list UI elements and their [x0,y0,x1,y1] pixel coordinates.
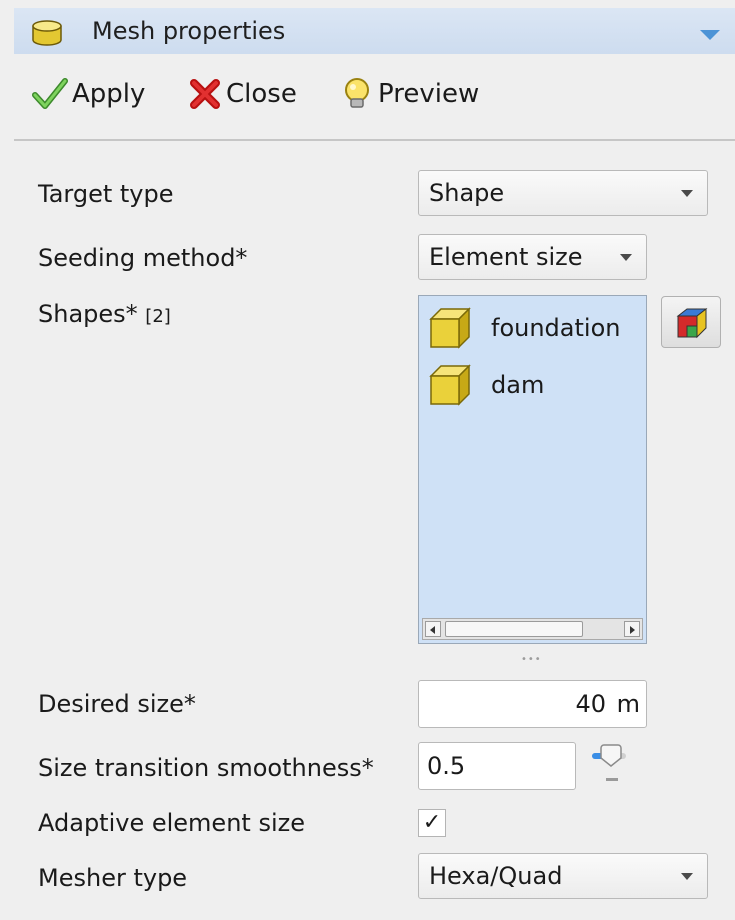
shapes-count: [2] [145,306,171,327]
adaptive-size-checkbox[interactable]: ✓ [418,809,446,837]
chevron-down-icon [681,190,693,197]
cube-icon [429,307,471,349]
close-label: Close [226,79,297,109]
red-x-icon [190,79,220,109]
seeding-method-label: Seeding method* [38,244,248,272]
desired-size-field[interactable]: 40 m [418,680,647,728]
toolbar: Apply Close Preview [14,60,735,140]
scrollbar-thumb[interactable] [445,621,583,637]
pick-shapes-button[interactable] [661,296,721,348]
mesher-type-select[interactable]: Hexa/Quad [418,853,708,899]
shapes-list[interactable]: foundation dam [418,295,647,644]
shape-name: foundation [491,314,621,342]
chevron-down-icon [681,873,693,880]
check-icon [32,78,68,109]
apply-button[interactable]: Apply [32,72,145,116]
desired-size-label: Desired size* [38,690,196,718]
seeding-method-value: Element size [429,243,583,271]
scroll-left-button[interactable] [425,621,441,637]
panel-title: Mesh properties [92,17,286,45]
smoothness-field[interactable]: 0.5 [418,742,576,790]
desired-size-value: 40 [575,690,606,718]
seeding-method-select[interactable]: Element size [418,234,647,280]
cube-icon [429,364,471,406]
mesher-type-value: Hexa/Quad [429,862,563,890]
mesher-type-label: Mesher type [38,864,188,892]
shapes-label: Shapes* [2] [38,300,171,331]
chevron-down-icon [620,254,632,261]
shape-name: dam [491,371,545,399]
preview-button[interactable]: Preview [340,72,479,116]
smoothness-value: 0.5 [427,752,466,780]
list-item[interactable]: dam [427,362,544,408]
resize-grip[interactable]: ••• [521,654,542,665]
slider-icon[interactable] [590,742,632,790]
collapse-triangle-icon[interactable] [699,26,721,45]
color-cube-icon [676,307,708,339]
shapes-label-text: Shapes* [38,300,138,328]
list-item[interactable]: foundation [427,305,620,351]
preview-label: Preview [378,79,480,109]
scroll-right-button[interactable] [624,621,640,637]
horizontal-scrollbar[interactable] [422,618,643,640]
target-type-label: Target type [38,180,174,208]
adaptive-size-label: Adaptive element size [38,809,305,837]
smoothness-label: Size transition smoothness* [38,754,374,782]
toolbar-divider [14,139,735,141]
panel-header[interactable]: Mesh properties [14,8,735,54]
apply-label: Apply [72,79,146,109]
mesh-cylinder-icon [30,19,64,51]
target-type-select[interactable]: Shape [418,170,708,216]
desired-size-unit: m [616,690,640,718]
close-button[interactable]: Close [188,72,297,116]
target-type-value: Shape [429,179,505,207]
lightbulb-icon [345,78,369,108]
